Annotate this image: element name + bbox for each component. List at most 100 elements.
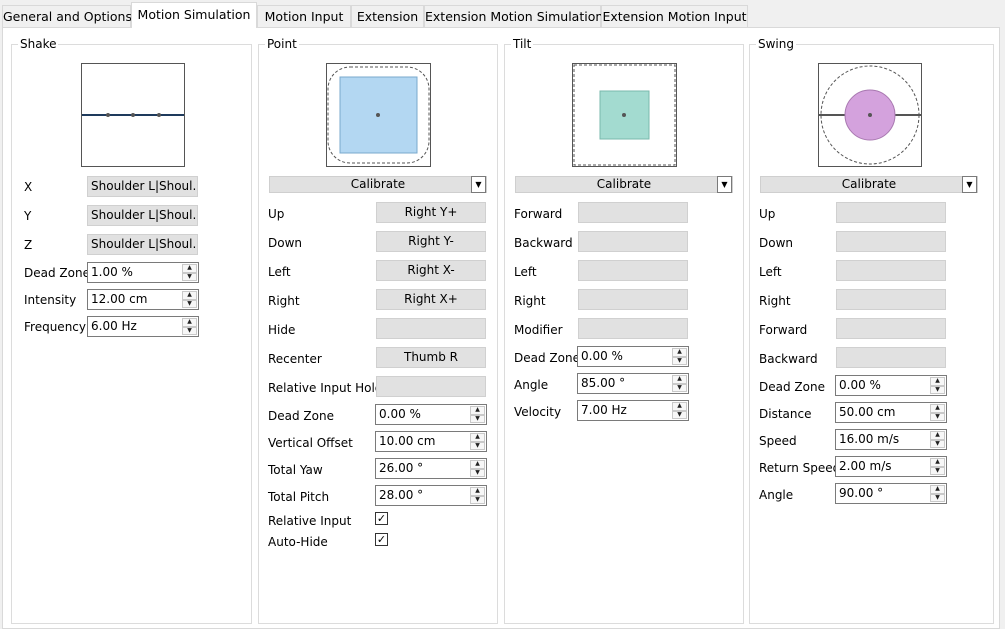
swing-up-button[interactable] (836, 202, 946, 223)
spin-arrows[interactable]: ▲ ▼ (182, 318, 197, 335)
point-left-button[interactable]: Right X- (376, 260, 486, 281)
point-calibrate-combo[interactable]: Calibrate ▼ (269, 176, 487, 193)
shake-intensity-spinbox[interactable]: 12.00 cm ▲ ▼ (87, 289, 199, 310)
shake-z-button[interactable]: Shoulder L|Shoul... (87, 234, 198, 255)
spin-down-icon[interactable]: ▼ (182, 326, 197, 335)
swing-calibrate-combo[interactable]: Calibrate ▼ (760, 176, 978, 193)
tilt-angle-spinbox[interactable]: 85.00 ° ▲ ▼ (577, 373, 689, 394)
tab-extension-motion-input[interactable]: Extension Motion Input (601, 5, 748, 27)
spin-down-icon[interactable]: ▼ (672, 356, 687, 365)
swing-dead-zone-spinbox[interactable]: 0.00 % ▲ ▼ (835, 375, 947, 396)
swing-return-speed-spinbox[interactable]: 2.00 m/s ▲ ▼ (835, 456, 947, 477)
tilt-velocity-spinbox[interactable]: 7.00 Hz ▲ ▼ (577, 400, 689, 421)
tilt-backward-button[interactable] (578, 231, 688, 252)
spin-arrows[interactable]: ▲ ▼ (182, 264, 197, 281)
tab-general-and-options[interactable]: General and Options (2, 5, 132, 27)
point-dead-zone-spinbox[interactable]: 0.00 % ▲ ▼ (375, 404, 487, 425)
spin-arrows[interactable]: ▲ ▼ (672, 375, 687, 392)
swing-down-button[interactable] (836, 231, 946, 252)
point-relative-input-hold-button[interactable] (376, 376, 486, 397)
swing-backward-button[interactable] (836, 347, 946, 368)
spin-down-icon[interactable]: ▼ (470, 468, 485, 477)
swing-right-button[interactable] (836, 289, 946, 310)
tab-motion-input[interactable]: Motion Input (257, 5, 351, 27)
point-hide-button[interactable] (376, 318, 486, 339)
tab-motion-simulation[interactable]: Motion Simulation (131, 2, 257, 28)
point-down-button[interactable]: Right Y- (376, 231, 486, 252)
spin-up-icon[interactable]: ▲ (470, 406, 485, 415)
spin-arrows[interactable]: ▲ ▼ (672, 402, 687, 419)
spin-up-icon[interactable]: ▲ (930, 431, 945, 440)
spin-arrows[interactable]: ▲ ▼ (470, 460, 485, 477)
spin-up-icon[interactable]: ▲ (672, 402, 687, 411)
point-recenter-button[interactable]: Thumb R (376, 347, 486, 368)
spin-up-icon[interactable]: ▲ (182, 264, 197, 273)
spin-up-icon[interactable]: ▲ (470, 460, 485, 469)
spin-up-icon[interactable]: ▲ (930, 485, 945, 494)
point-vertical-offset-value: 10.00 cm (379, 434, 436, 448)
spin-arrows[interactable]: ▲ ▼ (182, 291, 197, 308)
spin-down-icon[interactable]: ▼ (930, 466, 945, 475)
spin-down-icon[interactable]: ▼ (470, 441, 485, 450)
tab-extension[interactable]: Extension (351, 5, 424, 27)
swing-distance-spinbox[interactable]: 50.00 cm ▲ ▼ (835, 402, 947, 423)
tilt-right-button[interactable] (578, 289, 688, 310)
point-up-button[interactable]: Right Y+ (376, 202, 486, 223)
dropdown-arrow-icon[interactable]: ▼ (962, 176, 977, 193)
spin-arrows[interactable]: ▲ ▼ (930, 485, 945, 502)
swing-speed-spinbox[interactable]: 16.00 m/s ▲ ▼ (835, 429, 947, 450)
point-vertical-offset-spinbox[interactable]: 10.00 cm ▲ ▼ (375, 431, 487, 452)
tilt-calibrate-combo[interactable]: Calibrate ▼ (515, 176, 733, 193)
shake-x-button[interactable]: Shoulder L|Shoul... (87, 176, 198, 197)
tab-extension-motion-simulation[interactable]: Extension Motion Simulation (424, 5, 603, 27)
spin-up-icon[interactable]: ▲ (470, 433, 485, 442)
spin-up-icon[interactable]: ▲ (182, 318, 197, 327)
shake-y-button[interactable]: Shoulder L|Shoul... (87, 205, 198, 226)
spin-up-icon[interactable]: ▲ (672, 375, 687, 384)
spin-arrows[interactable]: ▲ ▼ (470, 433, 485, 450)
shake-dead-zone-spinbox[interactable]: 1.00 % ▲ ▼ (87, 262, 199, 283)
point-total-pitch-spinbox[interactable]: 28.00 ° ▲ ▼ (375, 485, 487, 506)
spin-up-icon[interactable]: ▲ (930, 458, 945, 467)
spin-down-icon[interactable]: ▼ (470, 495, 485, 504)
spin-arrows[interactable]: ▲ ▼ (470, 406, 485, 423)
tilt-left-button[interactable] (578, 260, 688, 281)
spin-arrows[interactable]: ▲ ▼ (930, 404, 945, 421)
spin-up-icon[interactable]: ▲ (930, 404, 945, 413)
spin-down-icon[interactable]: ▼ (182, 272, 197, 281)
swing-forward-button[interactable] (836, 318, 946, 339)
spin-down-icon[interactable]: ▼ (930, 412, 945, 421)
point-auto-hide-checkbox[interactable]: ✓ (375, 533, 388, 546)
tilt-backward-label: Backward (514, 236, 573, 250)
dropdown-arrow-icon[interactable]: ▼ (717, 176, 732, 193)
spin-down-icon[interactable]: ▼ (672, 410, 687, 419)
point-total-yaw-spinbox[interactable]: 26.00 ° ▲ ▼ (375, 458, 487, 479)
spin-arrows[interactable]: ▲ ▼ (672, 348, 687, 365)
swing-dead-zone-value: 0.00 % (839, 378, 881, 392)
swing-left-button[interactable] (836, 260, 946, 281)
spin-up-icon[interactable]: ▲ (930, 377, 945, 386)
spin-up-icon[interactable]: ▲ (182, 291, 197, 300)
spin-up-icon[interactable]: ▲ (470, 487, 485, 496)
spin-down-icon[interactable]: ▼ (930, 385, 945, 394)
spin-arrows[interactable]: ▲ ▼ (930, 377, 945, 394)
spin-up-icon[interactable]: ▲ (672, 348, 687, 357)
spin-down-icon[interactable]: ▼ (470, 414, 485, 423)
tilt-forward-button[interactable] (578, 202, 688, 223)
spin-arrows[interactable]: ▲ ▼ (930, 458, 945, 475)
shake-frequency-spinbox[interactable]: 6.00 Hz ▲ ▼ (87, 316, 199, 337)
tilt-dead-zone-spinbox[interactable]: 0.00 % ▲ ▼ (577, 346, 689, 367)
point-relative-input-checkbox[interactable]: ✓ (375, 512, 388, 525)
swing-angle-spinbox[interactable]: 90.00 ° ▲ ▼ (835, 483, 947, 504)
swing-return-speed-value: 2.00 m/s (839, 459, 892, 473)
spin-down-icon[interactable]: ▼ (672, 383, 687, 392)
spin-arrows[interactable]: ▲ ▼ (930, 431, 945, 448)
spin-down-icon[interactable]: ▼ (182, 299, 197, 308)
point-right-button[interactable]: Right X+ (376, 289, 486, 310)
spin-arrows[interactable]: ▲ ▼ (470, 487, 485, 504)
dropdown-arrow-icon[interactable]: ▼ (471, 176, 486, 193)
tilt-modifier-button[interactable] (578, 318, 688, 339)
shake-dead-zone-value: 1.00 % (91, 265, 133, 279)
spin-down-icon[interactable]: ▼ (930, 439, 945, 448)
spin-down-icon[interactable]: ▼ (930, 493, 945, 502)
